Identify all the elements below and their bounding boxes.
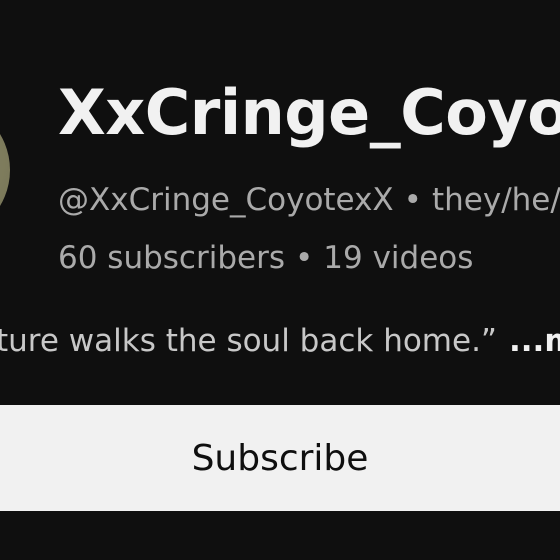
channel-name: XxCringe_CoyotexX — [58, 76, 560, 149]
channel-description[interactable]: ture walks the soul back home.” ...m — [0, 326, 560, 357]
description-text: ture walks the soul back home.” — [0, 323, 497, 359]
video-count: 19 videos — [323, 240, 474, 276]
channel-pronouns: they/he/ — [431, 182, 560, 218]
subscribe-button[interactable]: Subscribe — [0, 405, 560, 511]
channel-avatar[interactable] — [0, 100, 10, 240]
separator-dot: • — [403, 182, 422, 218]
channel-stats-line: 60 subscribers • 19 videos — [58, 243, 473, 274]
subscriber-count: 60 subscribers — [58, 240, 285, 276]
channel-handle: @XxCringe_CoyotexX — [58, 182, 394, 218]
channel-header: XxCringe_CoyotexX @XxCringe_CoyotexX•the… — [0, 0, 560, 560]
description-more-link[interactable]: ...m — [509, 323, 560, 359]
separator-dot: • — [294, 240, 314, 276]
channel-handle-line: @XxCringe_CoyotexX • they/he/ — [58, 185, 560, 216]
